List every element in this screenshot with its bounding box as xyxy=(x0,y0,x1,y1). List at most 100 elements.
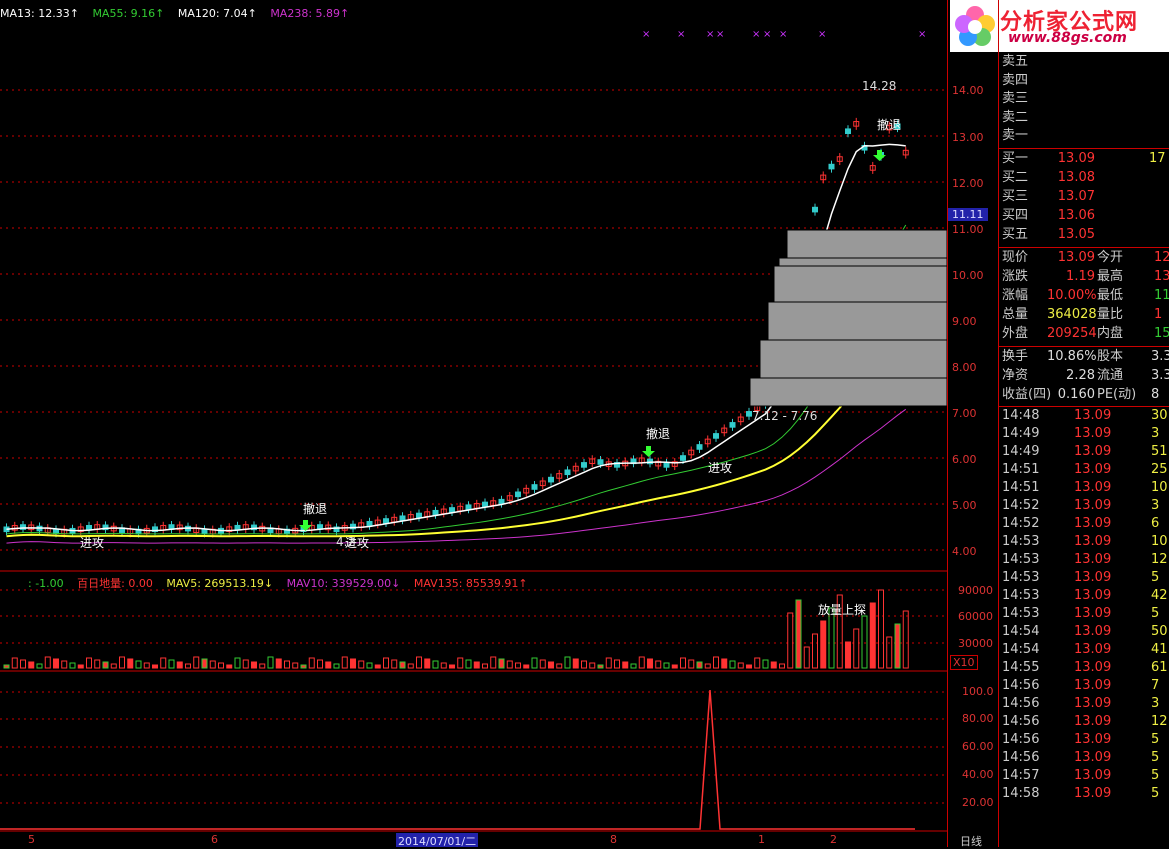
volume-bar xyxy=(407,663,414,669)
candle-body xyxy=(828,163,835,170)
order-label: 买二 xyxy=(1002,169,1029,185)
volume-bar xyxy=(341,656,348,669)
volume-bar xyxy=(333,663,340,669)
order-buy-row[interactable]: 买二 13.08 xyxy=(999,169,1169,187)
volume-bar xyxy=(762,659,769,669)
quote-label: 总量 xyxy=(1002,306,1029,322)
quote-value: 10.00% xyxy=(1047,287,1097,303)
chip-distribution-bar xyxy=(759,339,947,379)
quote-value: 364028 xyxy=(1047,306,1097,322)
volume-bar xyxy=(152,664,158,669)
tick-row: 14:58 13.09 5 xyxy=(999,785,1169,803)
ma-legend: MA13: 12.33↑ MA55: 9.16↑ MA120: 7.04↑ MA… xyxy=(0,7,359,20)
tick-volume: 10 xyxy=(1151,533,1168,549)
tick-price: 13.09 xyxy=(1074,497,1112,513)
kline-chart[interactable]: 14.28 7.12 - 7.76 撤退 撤退 撤退 进攻 进攻 进攻 4.2 放量上探 × × × × ×… xyxy=(0,0,947,847)
tick-volume: 6 xyxy=(1151,515,1160,531)
stats-separator xyxy=(999,345,1169,347)
volume-bar xyxy=(853,628,860,669)
volume-scale-badge[interactable]: X10 xyxy=(950,655,978,670)
quote-row: 外盘 209254内盘 154 xyxy=(999,325,1169,343)
tick-volume: 30 xyxy=(1151,407,1168,423)
tick-price: 13.09 xyxy=(1074,659,1112,675)
tick-row: 14:57 13.09 5 xyxy=(999,767,1169,785)
tick-time: 14:52 xyxy=(1002,515,1040,531)
tick-time: 14:53 xyxy=(1002,551,1040,567)
current-price-tag: 11.11 xyxy=(948,208,988,221)
quote-value: 13 xyxy=(1154,268,1169,284)
baibai-value: 百日地量: 0.00 xyxy=(77,577,153,590)
tick-volume: 51 xyxy=(1151,443,1168,459)
volume-bar xyxy=(209,660,216,669)
quote-panel: 卖五 卖四卖三 卖二 卖一买一 13.09 17 买二 13.08 买三 13.07 买四 13.06… xyxy=(998,0,1169,847)
candle-body xyxy=(564,469,571,476)
order-sell-row[interactable]: 卖五 xyxy=(999,53,1169,71)
candle-body xyxy=(416,512,422,519)
volume-bar xyxy=(11,657,18,669)
mav135-value: MAV135: 85539.91↑ xyxy=(413,577,528,590)
price-tick: 14.00 xyxy=(952,84,984,97)
tick-row: 14:51 13.09 25 xyxy=(999,461,1169,479)
price-tick: 5.00 xyxy=(952,499,977,512)
chip-distribution-bar xyxy=(773,265,947,303)
volume-bar xyxy=(226,664,233,669)
volume-bar xyxy=(845,641,851,669)
retreat-label: 撤退 xyxy=(877,117,901,132)
stats-label: 净资 xyxy=(1002,367,1029,383)
tick-time: 14:55 xyxy=(1002,659,1040,675)
volume-bar xyxy=(143,662,150,669)
quote-value: 154 xyxy=(1154,325,1169,341)
chart-canvas[interactable]: 14.287.12 - 7.76撤退撤退撤退进攻进攻进攻 4.2放量上探× × × × ×… xyxy=(0,0,947,847)
price-tick: 11.00 xyxy=(952,223,984,236)
tick-volume: 3 xyxy=(1151,425,1160,441)
volume-bar xyxy=(259,663,266,669)
candle-body xyxy=(383,518,389,524)
volume-bar xyxy=(828,607,835,669)
chip-distribution-bar xyxy=(778,257,947,267)
tick-row: 14:56 13.09 3 xyxy=(999,695,1169,713)
volume-bar xyxy=(201,658,208,669)
stats-value: 2.28 xyxy=(1066,367,1095,383)
volume-bar xyxy=(647,658,653,669)
volume-legend: : -1.00 百日地量: 0.00 MAV5: 269513.19↓ MAV1… xyxy=(28,575,538,591)
volume-bar xyxy=(704,663,711,669)
volume-bar xyxy=(416,656,422,669)
candle-body xyxy=(531,484,538,490)
low-price-label: 4.2 xyxy=(336,535,355,549)
order-sell-row[interactable]: 卖二 xyxy=(999,109,1169,127)
x-label-8: 8 xyxy=(610,833,617,846)
volume-bar xyxy=(440,662,447,669)
volume-bar xyxy=(267,656,274,669)
tick-volume: 5 xyxy=(1151,731,1160,747)
tick-row: 14:55 13.09 61 xyxy=(999,659,1169,677)
range-label: 7.12 - 7.76 xyxy=(752,409,817,423)
tick-row: 14:49 13.09 3 xyxy=(999,425,1169,443)
order-buy-row[interactable]: 买三 13.07 xyxy=(999,188,1169,206)
order-buy-row[interactable]: 买五 13.05 xyxy=(999,226,1169,244)
volume-bar xyxy=(548,661,554,669)
tick-time: 14:53 xyxy=(1002,569,1040,585)
order-buy-row[interactable]: 买四 13.06 xyxy=(999,207,1169,225)
quote-value: 13.09 xyxy=(1057,249,1095,265)
tick-time: 14:58 xyxy=(1002,785,1040,801)
tick-row: 14:53 13.09 42 xyxy=(999,587,1169,605)
order-buy-row[interactable]: 买一 13.09 17 xyxy=(999,150,1169,168)
price-tick: 10.00 xyxy=(952,269,984,282)
order-label: 卖四 xyxy=(1002,72,1029,88)
order-sell-row[interactable]: 卖四 xyxy=(999,72,1169,90)
tick-volume: 41 xyxy=(1151,641,1168,657)
tick-volume: 3 xyxy=(1151,695,1160,711)
tick-price: 13.09 xyxy=(1074,551,1112,567)
volume-bar xyxy=(193,656,200,669)
signal-marker-icon: × xyxy=(642,29,650,40)
indicator-tick: 100.0 xyxy=(962,685,994,698)
order-sell-row[interactable]: 卖一 xyxy=(999,127,1169,145)
volume-bar xyxy=(861,615,868,669)
ma55-value: MA55: 9.16↑ xyxy=(92,7,165,20)
volume-bar xyxy=(572,658,579,669)
tick-row: 14:56 13.09 12 xyxy=(999,713,1169,731)
mav5-value: MAV5: 269513.19↓ xyxy=(166,577,274,590)
volume-bar xyxy=(185,663,191,669)
order-sell-row[interactable]: 卖三 xyxy=(999,90,1169,108)
quote-label: 量比 xyxy=(1097,306,1124,322)
